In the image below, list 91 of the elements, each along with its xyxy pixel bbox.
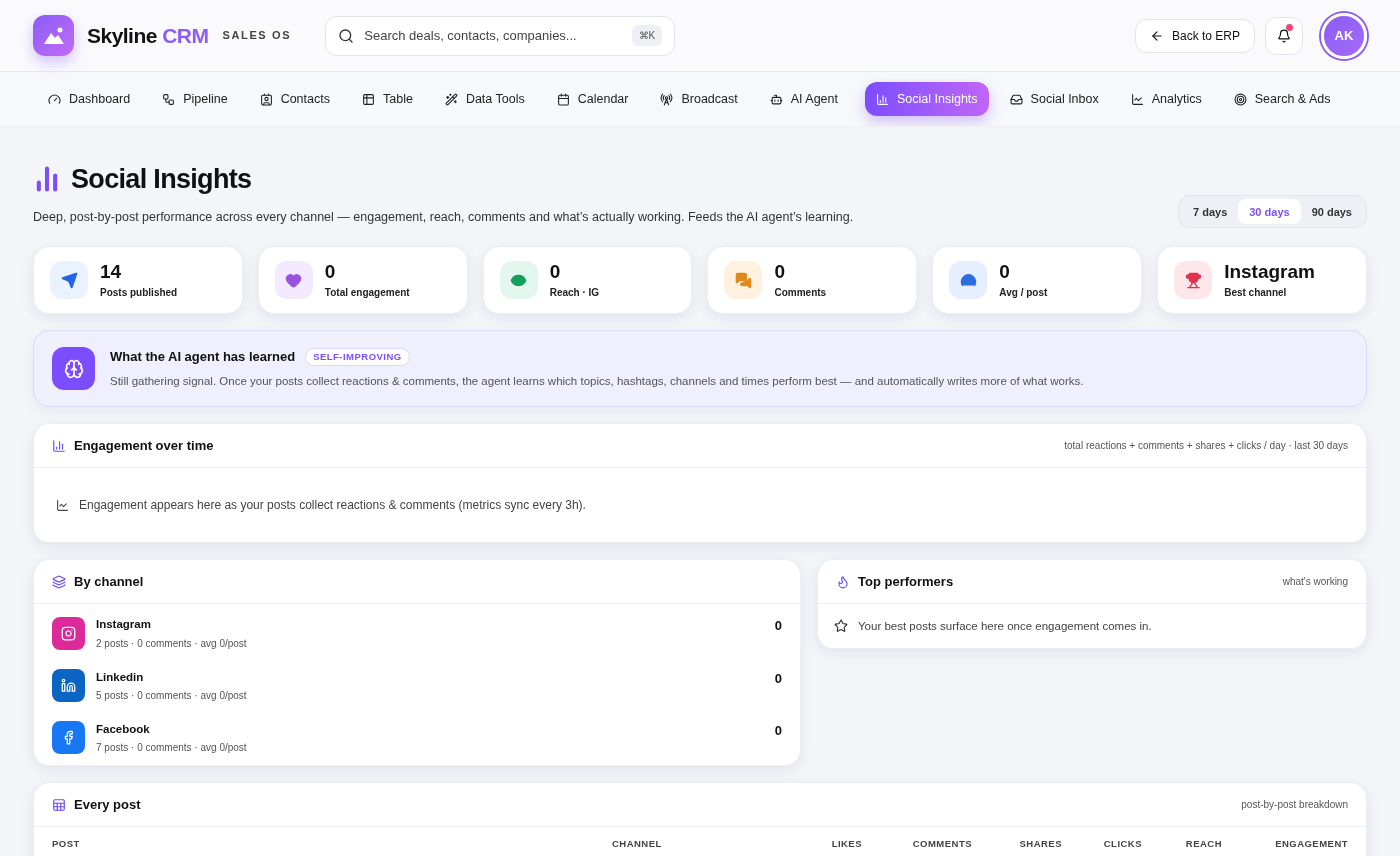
back-button[interactable]: Back to ERP xyxy=(1134,18,1255,53)
magic-wand-icon xyxy=(444,92,458,106)
nav-tab[interactable]: Dashboard xyxy=(37,82,142,116)
search-input[interactable]: Search deals, contacts, companies... xyxy=(364,25,622,46)
stat-value: Instagram xyxy=(1224,260,1315,283)
bar-chart-icon xyxy=(876,92,889,106)
stat-label: Total engagement xyxy=(324,285,410,300)
range-option[interactable]: 7 days xyxy=(1182,199,1239,225)
shortcut-hint: ⌘K xyxy=(631,25,663,46)
card-title: Every post xyxy=(74,795,141,814)
card-note: what's working xyxy=(1282,575,1348,590)
layers-icon xyxy=(52,574,66,589)
search-bar[interactable]: Search deals, contacts, companies... ⌘K xyxy=(325,15,676,56)
brain-icon xyxy=(52,347,95,391)
channel-engagement: 0 xyxy=(774,669,782,688)
star-icon xyxy=(834,619,848,634)
column-header: POST xyxy=(52,837,81,851)
page-title: Social Insights xyxy=(71,163,252,196)
channel-detail: 2 posts · 0 comments · avg 0/post xyxy=(96,636,248,651)
bell-icon xyxy=(1277,28,1291,43)
chart-icon xyxy=(56,498,69,512)
trophy-icon xyxy=(1174,261,1213,300)
card-note: total reactions + comments + shares + clicks / day · last 30 days xyxy=(1064,439,1348,454)
channel-detail: 5 posts · 0 comments · avg 0/post xyxy=(96,688,248,703)
nav-tab[interactable]: Calendar xyxy=(545,82,640,116)
notifications-button[interactable] xyxy=(1265,16,1303,55)
channel-name: Instagram xyxy=(96,617,152,633)
card-title: By channel xyxy=(74,573,144,591)
stat-label: Reach · IG xyxy=(549,285,600,300)
status-badge: SELF-IMPROVING xyxy=(305,347,410,366)
column-header: COMMENTS xyxy=(911,837,972,851)
page-subtitle: Deep, post-by-post performance across every channel — engagement, reach, comments and what’s actually working. Feeds the AI agent’s learning. xyxy=(33,208,854,226)
nav-tab[interactable]: Social Inbox xyxy=(998,82,1110,116)
nav-tab[interactable]: Social Insights xyxy=(865,82,989,116)
calendar-icon xyxy=(556,92,570,106)
column-header: CLICKS xyxy=(1102,837,1142,851)
nav-tab[interactable]: AI Agent xyxy=(758,82,849,116)
nav-tab[interactable]: Analytics xyxy=(1119,82,1213,116)
stat-label: Posts published xyxy=(100,285,178,300)
column-header: REACH xyxy=(1184,837,1222,851)
card-title: Engagement over time xyxy=(74,437,214,455)
logo-icon xyxy=(33,15,74,56)
user-avatar[interactable]: AK xyxy=(1321,12,1367,59)
table-icon xyxy=(52,797,66,812)
column-header: CHANNEL xyxy=(612,837,663,851)
stat-label: Comments xyxy=(774,285,827,300)
channel-name: Linkedin xyxy=(96,669,145,685)
stat-value: 14 xyxy=(100,260,123,283)
range-option[interactable]: 30 days xyxy=(1238,199,1301,225)
nav-tab[interactable]: Search & Ads xyxy=(1222,82,1342,116)
stat-value: 0 xyxy=(774,260,787,283)
brand-tagline: SALES OS xyxy=(222,28,292,44)
empty-message: Engagement appears here as your posts collect reactions & comments (metrics sync every 3h). xyxy=(79,497,586,515)
column-header: LIKES xyxy=(830,837,862,851)
channel-detail: 7 posts · 0 comments · avg 0/post xyxy=(96,741,248,755)
search-icon xyxy=(338,27,355,44)
line-chart-icon xyxy=(1130,92,1144,106)
stat-label: Avg / post xyxy=(999,285,1048,300)
channel-engagement: 0 xyxy=(774,617,782,636)
nav-tab[interactable]: Broadcast xyxy=(649,82,749,116)
paper-plane-icon xyxy=(50,261,88,300)
range-option[interactable]: 90 days xyxy=(1300,199,1363,225)
chat-bubbles-icon xyxy=(724,261,763,300)
nav-tab[interactable]: Contacts xyxy=(248,82,341,116)
brand-name: Skyline CRM xyxy=(87,22,209,49)
nav-tab[interactable]: Data Tools xyxy=(433,82,536,116)
nav-tab[interactable]: Table xyxy=(351,82,424,116)
empty-message: Your best posts surface here once engagement comes in. xyxy=(858,618,1152,634)
antenna-icon xyxy=(660,92,674,106)
column-header: SHARES xyxy=(1018,837,1062,851)
contact-card-icon xyxy=(259,92,273,106)
card-note: post-by-post breakdown xyxy=(1241,798,1348,812)
heart-icon xyxy=(274,261,313,300)
banner-title: What the AI agent has learned xyxy=(110,347,296,366)
column-header: ENGAGEMENT xyxy=(1274,837,1348,851)
stat-value: 0 xyxy=(549,260,562,283)
robot-icon xyxy=(769,92,783,106)
flame-icon xyxy=(836,574,850,589)
bar-chart-icon xyxy=(52,438,66,453)
workflow-icon xyxy=(162,92,176,106)
card-title: Top performers xyxy=(858,573,954,591)
stat-value: 0 xyxy=(324,260,337,283)
channel-name: Facebook xyxy=(96,721,151,737)
target-icon xyxy=(1233,92,1247,106)
nav-tab[interactable]: Pipeline xyxy=(151,82,239,116)
stat-label: Best channel xyxy=(1224,285,1288,300)
banner-text: Still gathering signal. Once your posts collect reactions & comments, the agent learns which topics, hashtags, channels and times perform best — and automatically writes more of what works. xyxy=(110,374,1084,390)
table-icon xyxy=(362,92,375,106)
channel-engagement: 0 xyxy=(774,721,782,740)
stat-value: 0 xyxy=(999,260,1011,283)
inbox-icon xyxy=(1009,92,1023,106)
